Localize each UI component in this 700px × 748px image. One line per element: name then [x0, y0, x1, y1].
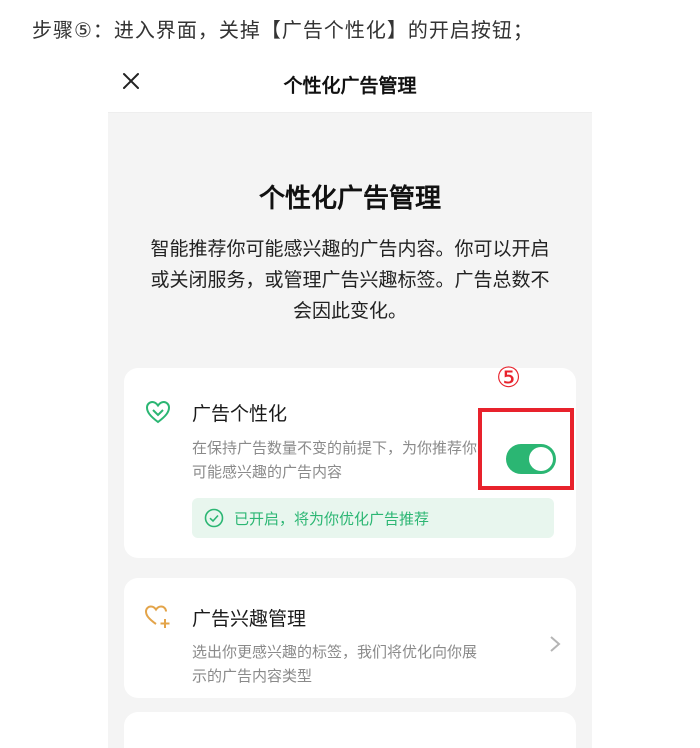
step-marker: ⑤ — [496, 361, 522, 394]
next-card — [124, 712, 576, 748]
status-text: 已开启，将为你优化广告推荐 — [234, 509, 430, 528]
step-instruction: 步骤⑤：进入界面，关掉【广告个性化】的开启按钮； — [32, 18, 534, 42]
check-circle-icon — [204, 508, 224, 528]
heart-plus-icon — [144, 605, 170, 628]
status-banner: 已开启，将为你优化广告推荐 — [192, 498, 554, 538]
interests-title: 广告兴趣管理 — [192, 608, 307, 630]
personalization-title: 广告个性化 — [192, 403, 288, 425]
toggle-highlight-box — [478, 408, 574, 490]
page-title: 个性化广告管理 — [283, 75, 417, 97]
chevron-right-icon — [550, 636, 561, 652]
main-heading: 个性化广告管理 — [258, 184, 441, 214]
interests-card[interactable]: 广告兴趣管理 选出你更感兴趣的标签，我们将优化向你展示的广告内容类型 — [124, 578, 576, 698]
main-description: 智能推荐你可能感兴趣的广告内容。你可以开启或关闭服务，或管理广告兴趣标签。广告总… — [150, 238, 550, 322]
phone-screen: 个性化广告管理 个性化广告管理 智能推荐你可能感兴趣的广告内容。你可以开启或关闭… — [108, 56, 592, 748]
personalization-description: 在保持广告数量不变的前提下，为你推荐你可能感兴趣的广告内容 — [192, 439, 478, 481]
interests-description: 选出你更感兴趣的标签，我们将优化向你展示的广告内容类型 — [192, 643, 478, 685]
heart-plus-icon — [145, 400, 171, 424]
top-bar: 个性化广告管理 — [108, 56, 592, 113]
